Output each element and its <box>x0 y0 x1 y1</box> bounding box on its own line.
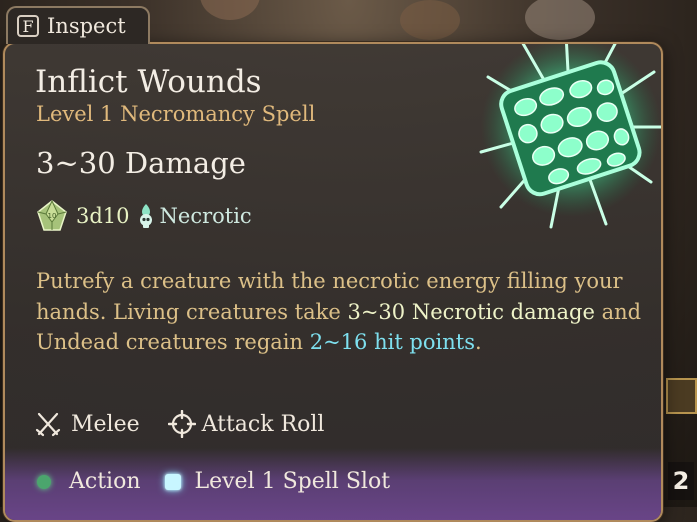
svg-text:10: 10 <box>48 212 57 220</box>
crossed-swords-icon <box>35 412 61 437</box>
damage-value: 3~30 <box>347 299 406 324</box>
spell-tooltip: Inflict Wounds Level 1 Necromancy Spell … <box>3 42 663 522</box>
background-character <box>525 0 595 40</box>
description-text: . <box>474 330 482 354</box>
d10-die-icon: 10 <box>37 200 67 231</box>
damage-title: 3~30 Damage <box>36 146 246 180</box>
damage-dice: 3d10 <box>76 204 130 228</box>
tag-melee: Melee <box>35 411 140 437</box>
tag-attack-roll: Attack Roll <box>167 410 325 438</box>
spell-description: Putrefy a creature with the necrotic ene… <box>36 266 646 358</box>
spell-icon <box>479 44 661 229</box>
spell-tags: Melee Attack Roll <box>35 410 324 438</box>
damage-type: Necrotic <box>159 204 252 228</box>
cost-spell-slot: Level 1 Spell Slot <box>194 469 391 494</box>
spell-slot-icon <box>164 473 181 490</box>
hotbar-slot-thumbnail[interactable] <box>666 378 697 414</box>
action-dot-icon <box>37 474 51 489</box>
spell-subtitle: Level 1 Necromancy Spell <box>36 102 316 126</box>
resource-costs: Action Level 1 Spell Slot <box>37 469 390 494</box>
cost-action: Action <box>69 469 141 494</box>
background-character <box>200 0 260 20</box>
heal-value: 2~16 hit points <box>309 330 475 354</box>
necrotic-skull-icon <box>139 204 152 228</box>
crosshair-icon <box>167 410 196 438</box>
spell-name: Inflict Wounds <box>35 64 262 100</box>
hotbar-count: 2 <box>668 462 694 500</box>
damage-dice-row: 10 3d10 Necrotic <box>36 200 252 232</box>
damage-type-text: Necrotic damage <box>411 299 595 324</box>
inspect-tab[interactable]: F Inspect <box>6 6 150 44</box>
inspect-label: Inspect <box>47 14 126 38</box>
keybind-badge: F <box>17 15 39 37</box>
background-character <box>400 0 460 40</box>
tag-label: Attack Roll <box>201 411 325 437</box>
tag-label: Melee <box>71 411 140 437</box>
